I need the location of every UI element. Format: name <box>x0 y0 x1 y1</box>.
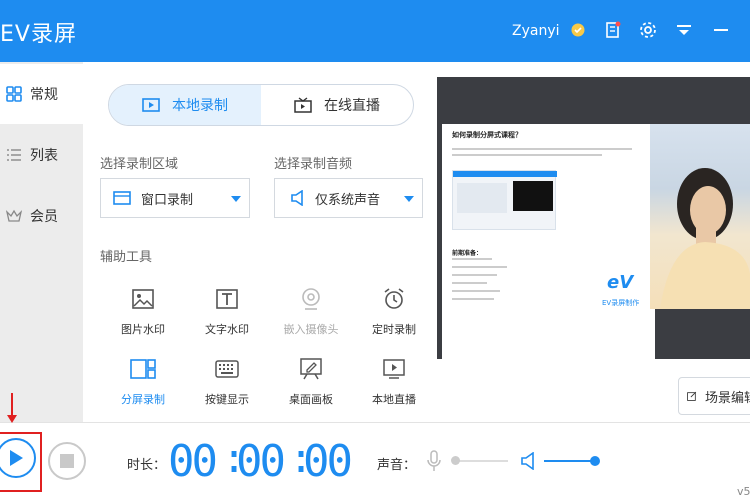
alarm-clock-icon <box>384 288 404 309</box>
title-bar: EV录屏 Zyanyi <box>0 0 750 62</box>
live-tv-icon <box>294 97 312 113</box>
document-icon[interactable] <box>603 20 623 40</box>
sidebar-item-label: 列表 <box>30 148 58 164</box>
tool-desktop-whiteboard[interactable]: 桌面画板 <box>276 356 346 412</box>
speaker-icon <box>291 190 303 206</box>
audio-label: 选择录制音频 <box>274 157 353 172</box>
tool-embed-webcam[interactable]: 嵌入摄像头 <box>276 286 346 342</box>
stop-icon <box>60 454 74 468</box>
scene-edit-label: 场景编辑 <box>704 390 750 406</box>
local-record-icon <box>142 98 160 112</box>
version-label: v5 <box>737 485 750 498</box>
tool-label: 按键显示 <box>205 393 249 406</box>
play-icon <box>10 450 23 466</box>
control-bar: 时长： 00 : 00 : 00 声音： v5 <box>0 393 750 500</box>
timer-seconds: 00 <box>303 436 353 487</box>
tool-label: 图片水印 <box>121 323 165 336</box>
speaker-icon[interactable] <box>521 452 537 470</box>
vip-badge-icon[interactable] <box>568 20 588 40</box>
webcam-icon <box>302 288 320 310</box>
keyboard-icon <box>215 360 239 378</box>
sidebar-item-label: 会员 <box>30 209 58 225</box>
tab-local-record[interactable]: 本地录制 <box>109 85 261 125</box>
tool-label: 文字水印 <box>205 323 249 336</box>
slide-screenshot <box>452 170 557 230</box>
tool-image-watermark[interactable]: 图片水印 <box>108 286 178 342</box>
preview-panel[interactable]: 如何录制分屏式课程？ 前期准备： eV EV录屏制作 <box>437 77 750 359</box>
mic-volume-slider[interactable] <box>452 460 508 462</box>
tool-label: 桌面画板 <box>289 393 333 406</box>
sidebar-item-label: 常规 <box>30 87 58 103</box>
tool-scheduled-record[interactable]: 定时录制 <box>359 286 429 342</box>
area-select[interactable]: 窗口录制 <box>100 178 250 218</box>
duration-label: 时长： <box>127 458 167 473</box>
mic-slider-handle[interactable] <box>451 456 460 465</box>
ev-logo: eV <box>607 272 634 293</box>
area-label: 选择录制区域 <box>100 157 179 172</box>
logo-caption: EV录屏制作 <box>602 299 640 307</box>
timer-hours: 00 <box>168 436 218 487</box>
area-select-value: 窗口录制 <box>141 192 194 208</box>
sidebar-item-general[interactable]: 常规 <box>0 64 83 124</box>
preview-slide: 如何录制分屏式课程？ 前期准备： eV EV录屏制作 <box>442 124 655 359</box>
stop-record-button[interactable] <box>48 442 86 480</box>
tool-split-screen[interactable]: 分屏录制 <box>108 356 178 412</box>
tool-label: 定时录制 <box>372 323 416 336</box>
tools-label: 辅助工具 <box>100 250 153 265</box>
speaker-slider-handle[interactable] <box>590 456 600 466</box>
speaker-volume-slider[interactable] <box>544 460 596 462</box>
edit-icon <box>687 391 697 401</box>
list-icon <box>7 149 21 161</box>
mode-tabs: 本地录制 在线直播 <box>108 84 414 126</box>
gear-icon[interactable] <box>638 20 658 40</box>
tool-label: 分屏录制 <box>121 393 165 406</box>
local-live-icon <box>383 359 405 379</box>
tool-key-display[interactable]: 按键显示 <box>192 356 262 412</box>
username[interactable]: Zyanyi <box>512 23 560 39</box>
tool-label: 本地直播 <box>372 393 416 406</box>
split-screen-icon <box>130 359 156 379</box>
sound-label: 声音： <box>377 458 417 473</box>
webcam-overlay <box>650 124 750 309</box>
app-title: EV录屏 <box>0 22 77 47</box>
tab-label: 在线直播 <box>324 98 380 114</box>
tab-label: 本地录制 <box>172 98 228 114</box>
slide-title: 如何录制分屏式课程？ <box>452 131 522 139</box>
chevron-down-icon <box>404 196 414 202</box>
tool-text-watermark[interactable]: 文字水印 <box>192 286 262 342</box>
crown-icon <box>6 209 22 222</box>
text-icon <box>216 289 238 309</box>
menu-icon[interactable] <box>674 20 694 40</box>
audio-select[interactable]: 仅系统声音 <box>274 178 423 218</box>
minimize-icon[interactable] <box>711 20 731 40</box>
image-icon <box>132 289 154 309</box>
presenter-photo <box>660 168 750 309</box>
tool-label: 嵌入摄像头 <box>283 323 339 336</box>
sidebar: 常规 列表 会员 <box>0 62 83 422</box>
grid-icon <box>6 86 22 102</box>
slide-heading: 前期准备： <box>452 250 483 257</box>
sidebar-item-list[interactable]: 列表 <box>0 125 83 185</box>
microphone-icon[interactable] <box>427 450 441 472</box>
arrow-down-icon <box>7 393 17 423</box>
window-icon <box>113 191 131 205</box>
timer-minutes: 00 <box>236 436 286 487</box>
scene-edit-button[interactable]: 场景编辑 <box>678 377 750 415</box>
chevron-down-icon <box>231 196 241 202</box>
sidebar-item-member[interactable]: 会员 <box>0 186 83 246</box>
tab-online-live[interactable]: 在线直播 <box>261 85 413 125</box>
tool-local-live[interactable]: 本地直播 <box>359 356 429 412</box>
audio-select-value: 仅系统声音 <box>315 192 381 208</box>
whiteboard-icon <box>300 358 322 380</box>
